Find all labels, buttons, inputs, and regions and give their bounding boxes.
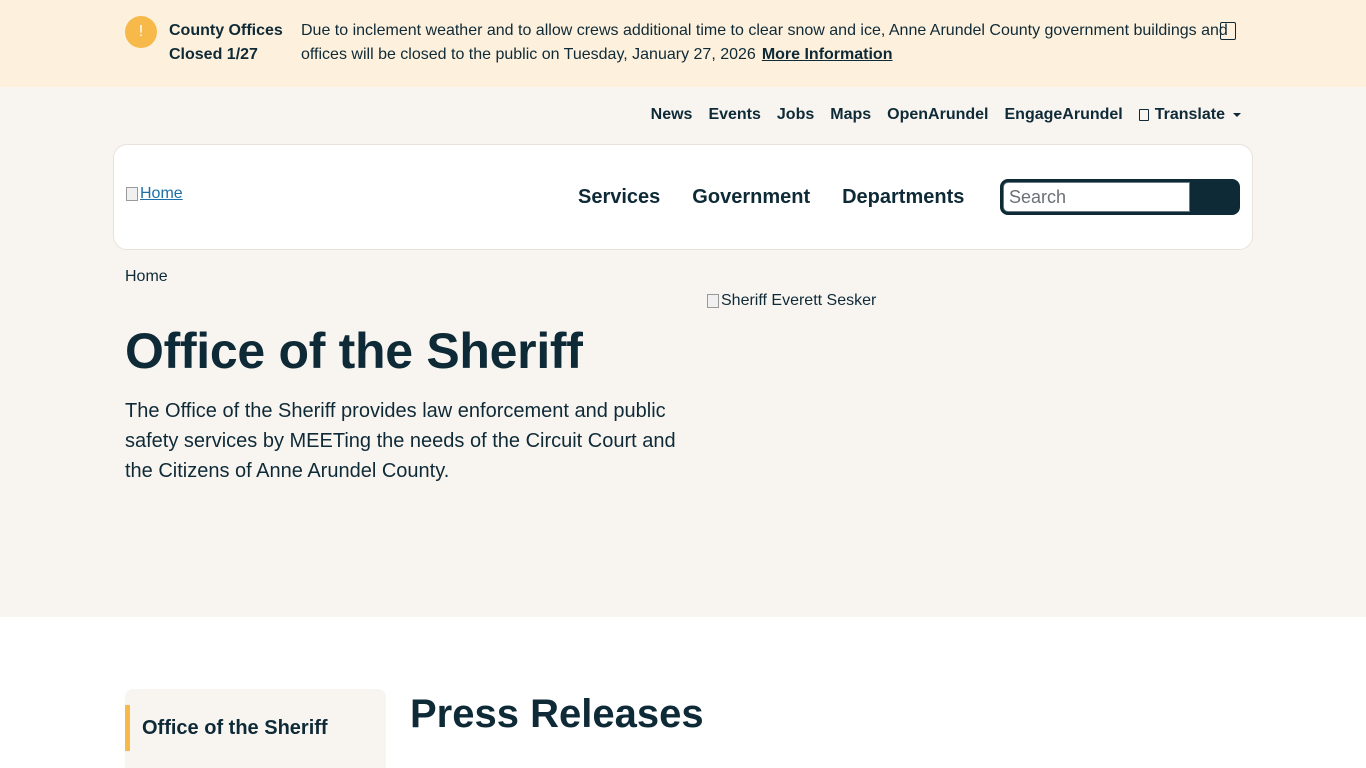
sheriff-image-alt: Sheriff Everett Sesker xyxy=(721,292,877,309)
primary-nav: Services Government Departments xyxy=(578,185,964,209)
broken-image-icon xyxy=(707,294,719,308)
search-button[interactable] xyxy=(1190,182,1237,212)
exclamation-icon: ! xyxy=(125,16,157,48)
breadcrumb-home[interactable]: Home xyxy=(125,268,168,285)
page-title: Office of the Sheriff xyxy=(125,323,583,379)
utility-nav: News Events Jobs Maps OpenArundel Engage… xyxy=(651,105,1241,125)
language-icon xyxy=(1138,109,1149,121)
sheriff-image: Sheriff Everett Sesker xyxy=(707,292,876,310)
sidebar-nav: Office of the Sheriff xyxy=(125,689,386,768)
utility-link-openarundel[interactable]: OpenArundel xyxy=(887,105,988,125)
logo-alt-text: Home xyxy=(140,185,183,202)
broken-image-icon xyxy=(126,187,138,201)
nav-services[interactable]: Services xyxy=(578,185,660,209)
alert-title: County Offices Closed 1/27 xyxy=(169,22,283,63)
translate-dropdown[interactable]: Translate xyxy=(1138,105,1241,125)
nav-departments[interactable]: Departments xyxy=(842,185,964,209)
utility-link-events[interactable]: Events xyxy=(708,105,760,125)
search-input[interactable] xyxy=(1003,182,1190,212)
alert-close-button[interactable] xyxy=(1220,22,1236,40)
breadcrumb: Home xyxy=(125,268,168,286)
section-title: Press Releases xyxy=(410,692,704,736)
utility-link-jobs[interactable]: Jobs xyxy=(777,105,814,125)
nav-government[interactable]: Government xyxy=(692,185,810,209)
chevron-down-icon xyxy=(1233,113,1241,117)
translate-label: Translate xyxy=(1154,106,1225,123)
alert-message: Due to inclement weather and to allow cr… xyxy=(301,19,1241,67)
sidebar-item-office-of-the-sheriff[interactable]: Office of the Sheriff xyxy=(125,705,386,751)
more-information-link[interactable]: More Information xyxy=(762,46,893,63)
page-description: The Office of the Sheriff provides law e… xyxy=(125,400,676,482)
utility-link-maps[interactable]: Maps xyxy=(830,105,871,125)
home-logo-link[interactable]: Home xyxy=(126,185,183,203)
alert-banner: ! County Offices Closed 1/27 Due to incl… xyxy=(0,0,1366,87)
search-form xyxy=(1000,179,1240,215)
utility-link-news[interactable]: News xyxy=(651,105,693,125)
utility-link-engagearundel[interactable]: EngageArundel xyxy=(1005,105,1123,125)
main-nav-bar: Home Services Government Departments xyxy=(113,144,1253,250)
